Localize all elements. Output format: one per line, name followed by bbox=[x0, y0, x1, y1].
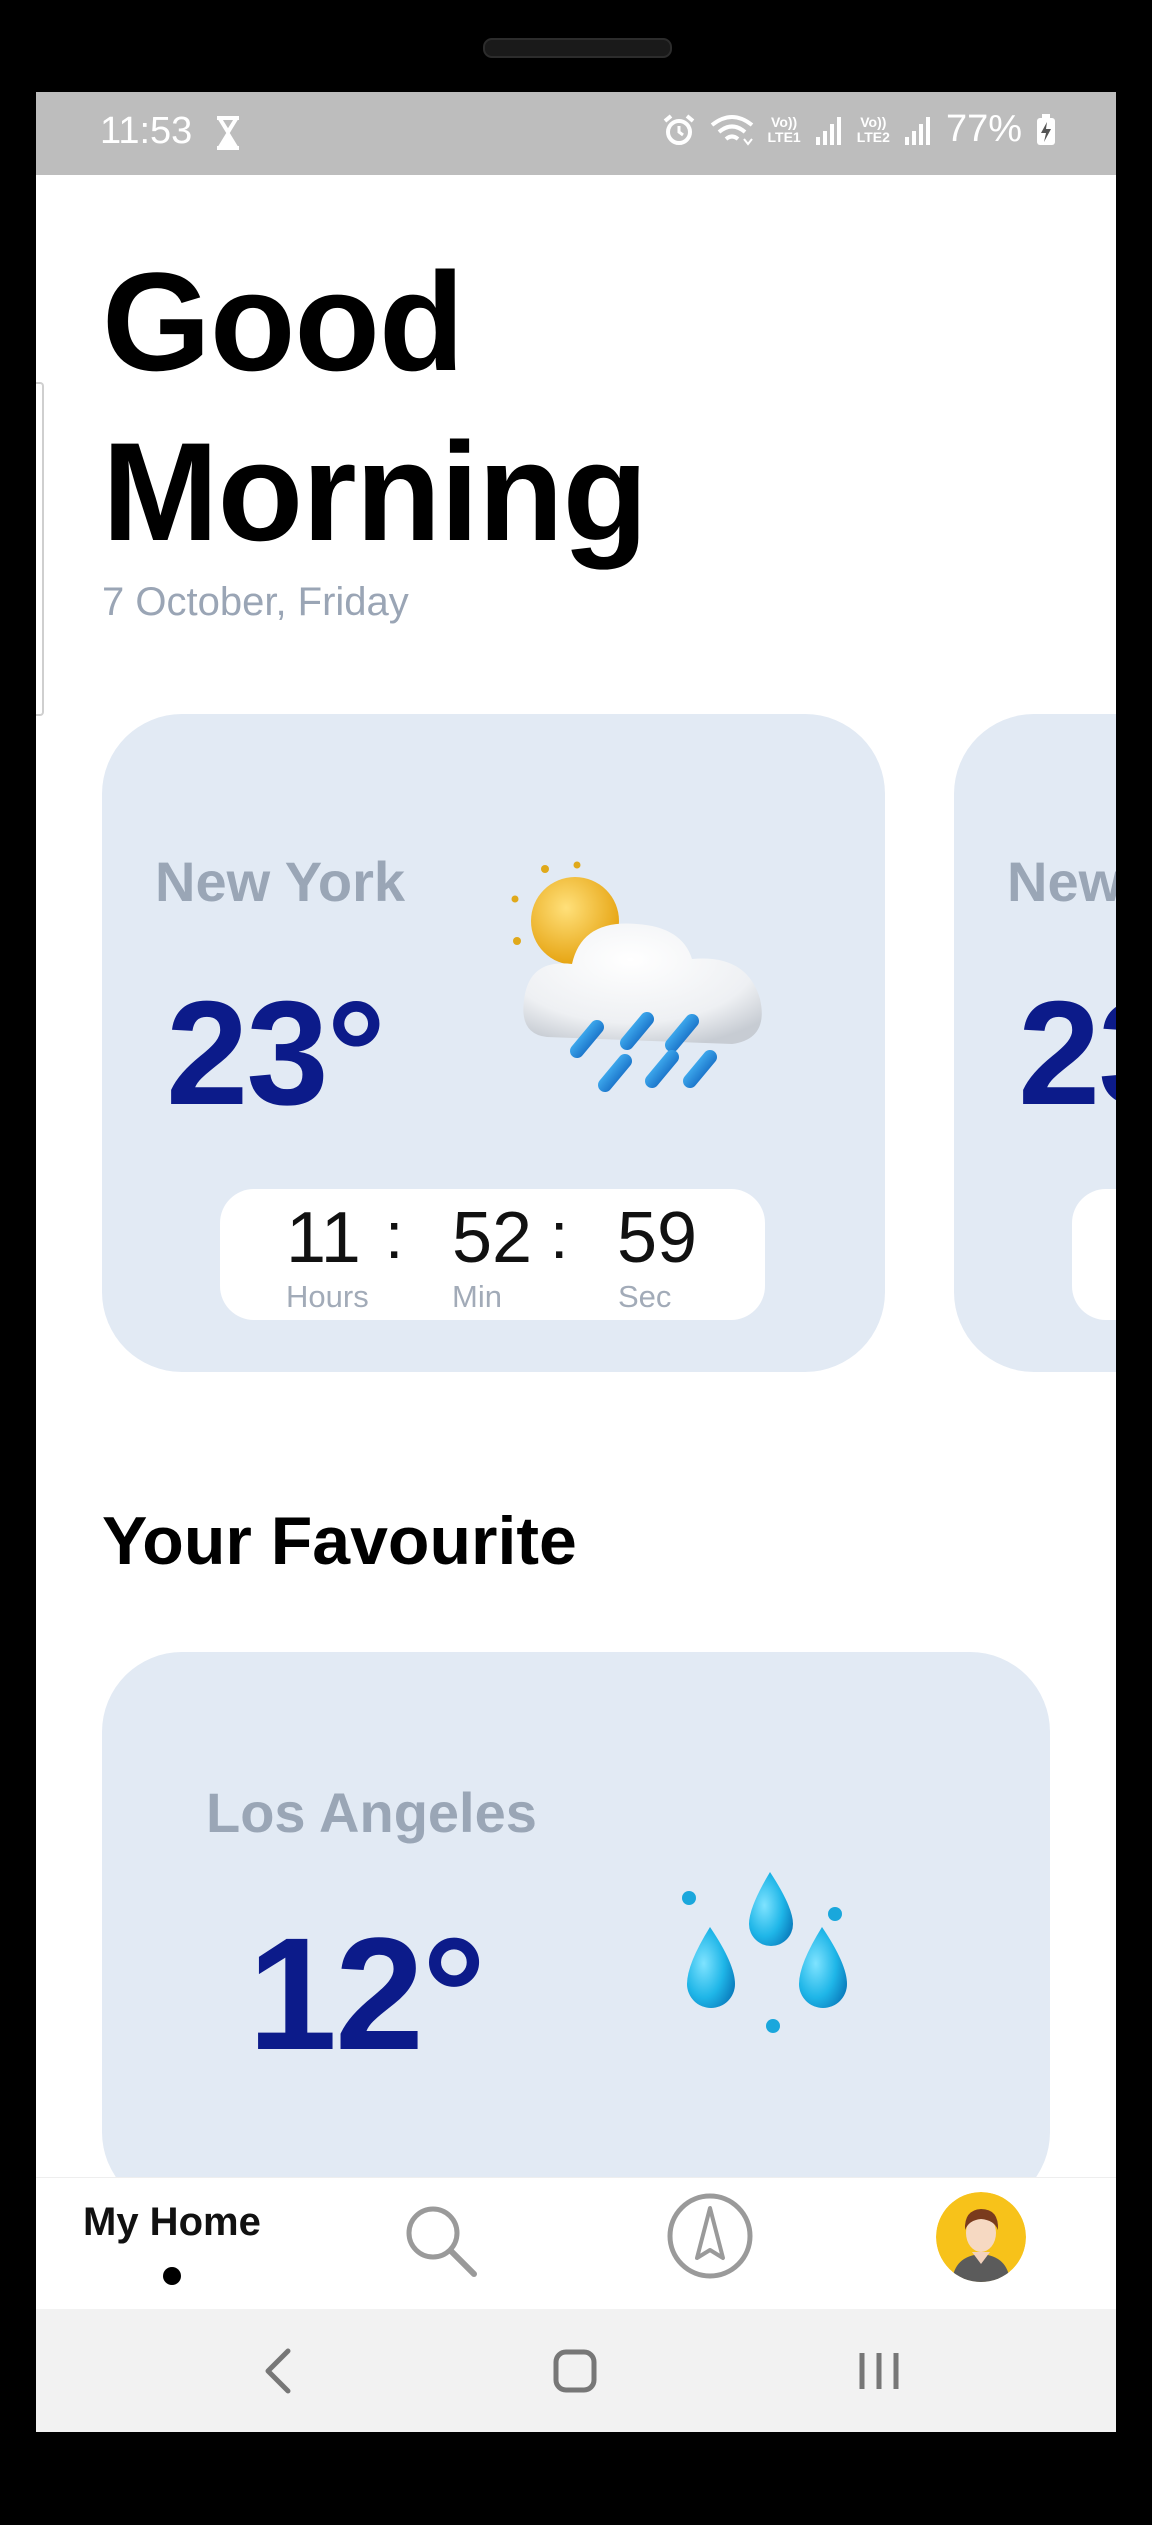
phone-speaker bbox=[483, 38, 672, 58]
local-time-clock bbox=[1072, 1189, 1116, 1320]
timer-colon: : bbox=[550, 1198, 569, 1272]
sim2-lte: LTE2 bbox=[856, 128, 890, 145]
timer-seconds: 59 bbox=[617, 1198, 698, 1278]
app-screen: 11:53 Vo)) LTE1 Vo)) LTE2 77% Good Morni… bbox=[36, 92, 1116, 2432]
city-card[interactable]: New York 23° 11: 52: 59 Hours Min Sec bbox=[102, 714, 885, 1372]
search-icon[interactable] bbox=[400, 2200, 480, 2280]
signal-icon bbox=[904, 116, 930, 145]
city-temperature: 23° bbox=[166, 971, 386, 1136]
greeting-line-2: Morning bbox=[102, 413, 648, 570]
wifi-icon bbox=[710, 114, 753, 146]
city-temperature: 12° bbox=[248, 1904, 486, 2083]
home-icon[interactable] bbox=[552, 2347, 598, 2395]
compass-icon[interactable] bbox=[666, 2192, 754, 2280]
current-date: 7 October, Friday bbox=[102, 580, 409, 624]
favourites-heading: Your Favourite bbox=[102, 1503, 577, 1579]
sim1-indicator: Vo)) LTE1 bbox=[767, 113, 801, 145]
battery-percent: 77% bbox=[945, 108, 1022, 150]
active-indicator-dot bbox=[162, 2267, 181, 2285]
city-card[interactable]: New 23 bbox=[954, 714, 1116, 1372]
greeting-line-1: Good bbox=[102, 243, 464, 400]
sim2-volte: Vo)) bbox=[860, 113, 887, 130]
favourite-city-card[interactable]: Los Angeles 12° bbox=[102, 1652, 1050, 2212]
avatar[interactable] bbox=[936, 2192, 1026, 2282]
timer-colon: : bbox=[385, 1198, 404, 1272]
back-icon[interactable] bbox=[258, 2347, 298, 2395]
phone-frame: 11:53 Vo)) LTE1 Vo)) LTE2 77% Good Morni… bbox=[0, 0, 1152, 2525]
city-name: New bbox=[1007, 850, 1116, 913]
greeting-title: Good Morning bbox=[102, 237, 648, 577]
sun-cloud-rain-icon bbox=[511, 861, 762, 1092]
alarm-icon bbox=[663, 113, 694, 145]
timer-hours-label: Hours bbox=[286, 1279, 369, 1314]
sim1-volte: Vo)) bbox=[771, 113, 798, 130]
status-bar: 11:53 Vo)) LTE1 Vo)) LTE2 77% bbox=[36, 92, 1116, 175]
city-name: New York bbox=[155, 850, 406, 913]
battery-charging-icon bbox=[1037, 113, 1055, 145]
city-temperature: 23 bbox=[1018, 971, 1116, 1136]
timer-minutes-label: Min bbox=[452, 1279, 502, 1314]
status-time: 11:53 bbox=[100, 110, 193, 152]
sim1-lte: LTE1 bbox=[767, 128, 801, 145]
bottom-navigation: My Home bbox=[36, 2177, 1116, 2310]
status-icons: Vo)) LTE1 Vo)) LTE2 77% bbox=[662, 108, 1056, 151]
local-time-clock: 11 : 52 : 59 Hours Min Sec bbox=[220, 1189, 765, 1320]
recent-apps-icon[interactable] bbox=[856, 2347, 902, 2395]
timer-minutes: 52 bbox=[452, 1198, 533, 1278]
timer-seconds-label: Sec bbox=[618, 1279, 672, 1314]
nav-home-tab[interactable]: My Home bbox=[83, 2200, 261, 2285]
nav-home-label: My Home bbox=[83, 2200, 261, 2244]
rain-drops-icon bbox=[682, 1872, 847, 2033]
city-name: Los Angeles bbox=[206, 1781, 537, 1844]
sim2-indicator: Vo)) LTE2 bbox=[856, 113, 890, 145]
edge-panel-handle[interactable] bbox=[36, 382, 44, 716]
system-navigation-bar bbox=[36, 2309, 1116, 2432]
timer-hours: 11 bbox=[286, 1198, 361, 1278]
signal-icon bbox=[815, 116, 841, 145]
hourglass-icon bbox=[217, 116, 239, 150]
